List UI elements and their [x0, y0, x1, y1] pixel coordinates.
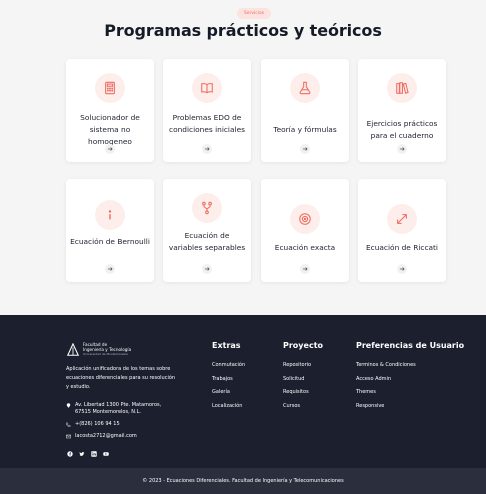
arrow-right-icon[interactable] — [300, 264, 310, 274]
footer-logo[interactable]: Facultad de Ingeniería y Tecnología Univ… — [66, 342, 131, 357]
arrow-right-icon[interactable] — [202, 264, 212, 274]
card-label: Ecuación de Bernoulli — [70, 237, 150, 246]
site-footer: Facultad de Ingeniería y Tecnología Univ… — [0, 315, 486, 468]
footer-link[interactable]: Themes — [356, 386, 464, 400]
footer-link[interactable]: Conmutación — [212, 359, 245, 373]
youtube-icon[interactable] — [102, 450, 109, 457]
service-card[interactable]: Teoría y fórmulas — [261, 59, 349, 162]
footer-link[interactable]: Acceso Admin — [356, 373, 464, 387]
footer-col-title: Preferencias de Usuario — [356, 341, 465, 350]
service-card[interactable]: Ecuación de Riccati — [358, 179, 446, 282]
footer-link[interactable]: Terminos & Condiciones — [356, 359, 464, 373]
footer-col-proyecto: Proyecto Repositorio Solicitud Requisito… — [283, 341, 323, 413]
calculator-icon — [95, 73, 125, 103]
phone-text: +(826) 106 94 15 — [75, 421, 120, 427]
footer-link[interactable]: Repositorio — [283, 359, 323, 373]
footer-link[interactable]: Cursos — [283, 400, 323, 414]
footer-col-title: Proyecto — [283, 341, 324, 350]
service-card[interactable]: Ecuación de Bernoulli — [66, 179, 154, 282]
copyright-text: © 2023 - Ecuaciones Diferenciales. Facul… — [142, 478, 344, 484]
address-text: Av. Libertad 1300 Pte. Matamoros, 67515 … — [75, 402, 162, 415]
logo-line-3: Universidad de Montemorelos — [83, 352, 128, 356]
arrow-right-icon[interactable] — [202, 144, 212, 154]
card-label: Solucionador de sistema no homogeneo — [80, 113, 140, 146]
info-icon — [95, 200, 125, 230]
service-card[interactable]: Ecuación exacta — [261, 179, 349, 282]
social-links — [66, 450, 109, 457]
service-card[interactable]: Ecuación de variables separables — [163, 179, 251, 282]
book-open-icon — [192, 73, 222, 103]
footer-description: Aplicación unificadora de los temas sobr… — [66, 366, 176, 390]
arrow-right-icon[interactable] — [105, 144, 115, 154]
footer-link[interactable]: Trabajos — [212, 373, 245, 387]
section-title: Programas prácticos y teóricos — [104, 21, 382, 40]
target-icon — [290, 204, 320, 234]
email-text: lacosta2712@gmail.com — [75, 433, 137, 439]
card-label: Ecuación exacta — [274, 243, 336, 252]
arrow-right-icon[interactable] — [300, 144, 310, 154]
facebook-icon[interactable] — [66, 450, 73, 457]
card-label: Ecuación de Riccati — [365, 243, 438, 252]
footer-col-title: Extras — [212, 341, 241, 350]
map-pin-icon — [66, 403, 71, 408]
services-section: Servicios Programas prácticos y teóricos… — [0, 0, 486, 315]
service-card[interactable]: Problemas EDO de condiciones iniciales — [163, 59, 251, 162]
footer-col-extras: Extras Conmutación Trabajos Galería Loca… — [212, 341, 245, 413]
card-label: Teoría y fórmulas — [273, 125, 337, 134]
footer-link[interactable]: Requisitos — [283, 386, 323, 400]
footer-link[interactable]: Solicitud — [283, 373, 323, 387]
copyright-bar: © 2023 - Ecuaciones Diferenciales. Facul… — [0, 468, 486, 494]
arrow-right-icon[interactable] — [397, 144, 407, 154]
fork-icon — [192, 193, 222, 223]
arrow-right-icon[interactable] — [105, 264, 115, 274]
flask-icon — [290, 73, 320, 103]
footer-link[interactable]: Responsive — [356, 400, 464, 414]
mail-icon — [66, 434, 71, 439]
expand-arrows-icon — [387, 204, 417, 234]
arrow-right-icon[interactable] — [397, 264, 407, 274]
linkedin-icon[interactable] — [90, 450, 97, 457]
section-badge: Servicios — [237, 8, 271, 19]
card-label: Ejercicios prácticos para el cuaderno — [366, 119, 438, 140]
service-card[interactable]: Solucionador de sistema no homogeneo — [66, 59, 154, 162]
card-label: Problemas EDO de condiciones iniciales — [169, 113, 245, 134]
phone-icon — [66, 422, 71, 427]
footer-address: Av. Libertad 1300 Pte. Matamoros, 67515 … — [66, 402, 176, 416]
footer-phone[interactable]: +(826) 106 94 15 — [66, 421, 120, 428]
twitter-icon[interactable] — [78, 450, 85, 457]
books-icon — [387, 73, 417, 103]
university-logo-icon — [66, 342, 80, 356]
footer-col-preferencias: Preferencias de Usuario Terminos & Condi… — [356, 341, 464, 413]
service-card[interactable]: Ejercicios prácticos para el cuaderno — [358, 59, 446, 162]
footer-email[interactable]: lacosta2712@gmail.com — [66, 433, 137, 440]
footer-link[interactable]: Galería — [212, 386, 245, 400]
footer-link[interactable]: Localización — [212, 400, 245, 414]
card-label: Ecuación de variables separables — [168, 231, 246, 252]
